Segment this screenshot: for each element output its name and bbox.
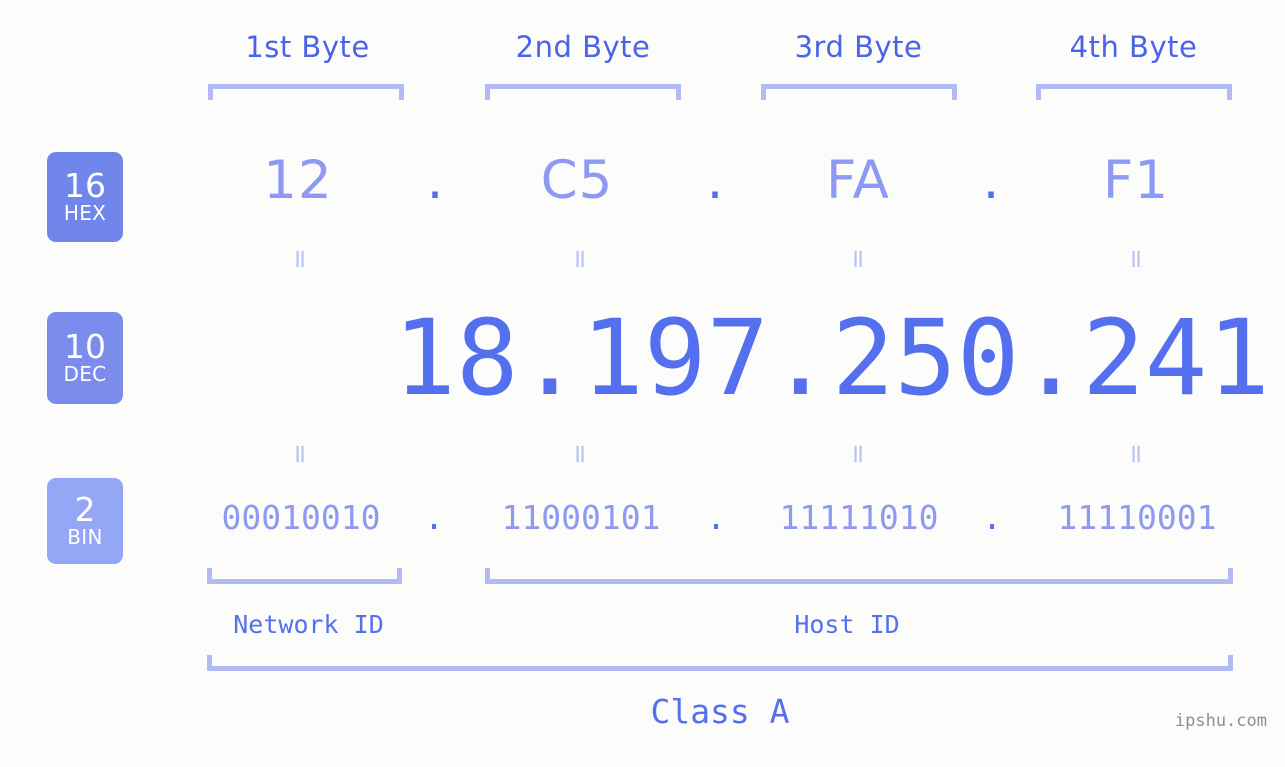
bin-byte-4: 11110001: [1057, 498, 1217, 537]
hex-dot-2: .: [706, 150, 724, 211]
network-id-bracket: [207, 568, 402, 584]
byte-bracket-top-1: [208, 84, 404, 100]
equals-dec-bin-4: =: [1121, 443, 1151, 465]
host-id-bracket: [485, 568, 1233, 584]
bin-dot-1: .: [424, 498, 444, 537]
bin-byte-1: 00010010: [221, 498, 381, 537]
base-badge-hex-name: HEX: [63, 201, 107, 226]
equals-hex-dec-4: =: [1121, 248, 1151, 270]
hex-byte-2: C5: [540, 150, 614, 211]
base-badge-dec-number: 10: [64, 326, 106, 366]
byte-bracket-top-3: [761, 84, 957, 100]
site-watermark: ipshu.com: [1174, 711, 1267, 731]
equals-dec-bin-3: =: [843, 443, 873, 465]
dec-byte-2: 197: [581, 297, 770, 419]
bin-dot-3: .: [982, 498, 1002, 537]
byte-header-1: 1st Byte: [245, 30, 370, 64]
dec-byte-3: 250: [831, 297, 1020, 419]
class-bracket: [207, 655, 1233, 671]
base-badge-hex: 16 HEX: [47, 152, 123, 242]
byte-bracket-top-2: [485, 84, 681, 100]
decimal-ip-row: 18 . 197 . 250 . 241: [160, 298, 1270, 418]
byte-header-4: 4th Byte: [1069, 30, 1198, 64]
hex-dot-3: .: [982, 150, 1000, 211]
dec-dot-2: .: [769, 297, 832, 419]
byte-header-2: 2nd Byte: [515, 30, 651, 64]
hex-byte-1: 12: [263, 150, 333, 211]
base-badge-dec-name: DEC: [63, 362, 107, 387]
dec-byte-4: 241: [1082, 297, 1270, 419]
hex-byte-4: F1: [1102, 150, 1170, 211]
hex-dot-1: .: [426, 150, 444, 211]
network-id-label: Network ID: [233, 610, 384, 639]
dec-byte-1: 18: [393, 297, 519, 419]
dec-dot-1: .: [518, 297, 582, 419]
bin-byte-2: 11000101: [501, 498, 661, 537]
equals-dec-bin-1: =: [285, 443, 315, 465]
equals-dec-bin-2: =: [565, 443, 595, 465]
base-badge-bin-number: 2: [74, 489, 96, 529]
host-id-label: Host ID: [794, 610, 900, 639]
base-badge-bin-name: BIN: [67, 525, 103, 550]
dec-dot-3: .: [1019, 297, 1083, 419]
hex-byte-3: FA: [826, 150, 890, 211]
bin-dot-2: .: [706, 498, 726, 537]
base-badge-dec: 10 DEC: [47, 312, 123, 404]
byte-header-3: 3rd Byte: [794, 30, 923, 64]
class-label: Class A: [650, 692, 790, 731]
ip-address-breakdown-diagram: 1st Byte 2nd Byte 3rd Byte 4th Byte 16 H…: [0, 0, 1285, 767]
byte-bracket-top-4: [1036, 84, 1232, 100]
equals-hex-dec-1: =: [285, 248, 315, 270]
base-badge-hex-number: 16: [64, 165, 106, 205]
equals-hex-dec-2: =: [565, 248, 595, 270]
bin-byte-3: 11111010: [779, 498, 939, 537]
base-badge-bin: 2 BIN: [47, 478, 123, 564]
equals-hex-dec-3: =: [843, 248, 873, 270]
